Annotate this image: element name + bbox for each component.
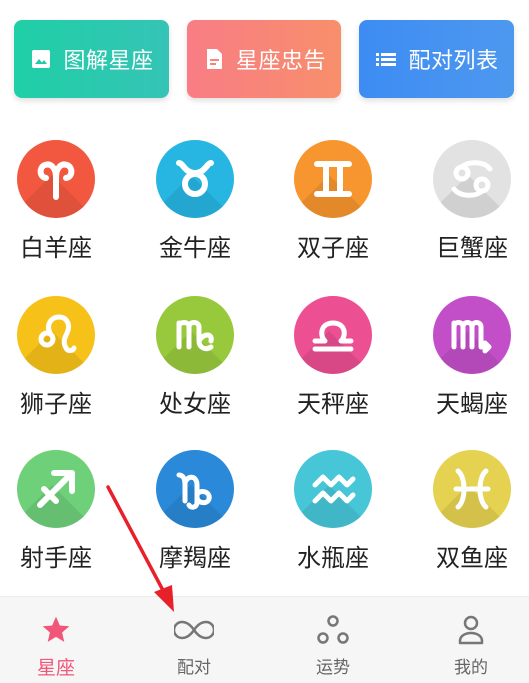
top-button-bar: 图解星座 星座忠告 配对列表 bbox=[0, 0, 529, 120]
scorpio-icon bbox=[433, 296, 511, 374]
sign-label: 白羊座 bbox=[20, 234, 92, 262]
sign-virgo[interactable]: 处女座 bbox=[140, 296, 250, 419]
sign-label: 水瓶座 bbox=[297, 544, 369, 572]
sign-capricorn[interactable]: 摩羯座 bbox=[140, 450, 250, 573]
sign-label: 处女座 bbox=[159, 390, 231, 418]
bottom-nav: 星座 配对 运势 我的 bbox=[0, 596, 529, 683]
tab-match-label: 配对 bbox=[177, 658, 211, 678]
tab-signs[interactable]: 星座 bbox=[0, 597, 122, 683]
sign-libra[interactable]: 天秤座 bbox=[278, 296, 388, 419]
sign-label: 双鱼座 bbox=[436, 544, 508, 572]
gemini-icon bbox=[294, 140, 372, 218]
sign-label: 狮子座 bbox=[20, 390, 92, 418]
infinity-icon bbox=[174, 613, 214, 647]
three-dots-icon bbox=[316, 613, 350, 647]
sign-aquarius[interactable]: 水瓶座 bbox=[278, 450, 388, 573]
sign-label: 天蝎座 bbox=[436, 390, 508, 418]
tab-fortune[interactable]: 运势 bbox=[267, 597, 399, 683]
star-icon bbox=[40, 613, 72, 647]
sign-gemini[interactable]: 双子座 bbox=[278, 140, 388, 263]
sign-cancer[interactable]: 巨蟹座 bbox=[417, 140, 527, 263]
person-icon bbox=[456, 613, 486, 647]
capricorn-icon bbox=[156, 450, 234, 528]
sign-scorpio[interactable]: 天蝎座 bbox=[417, 296, 527, 419]
illustrated-signs-button[interactable]: 图解星座 bbox=[14, 20, 169, 98]
sign-pisces[interactable]: 双鱼座 bbox=[417, 450, 527, 573]
sign-label: 双子座 bbox=[297, 234, 369, 262]
sagittarius-icon bbox=[17, 450, 95, 528]
sign-advice-label: 星座忠告 bbox=[235, 49, 326, 74]
sign-aries[interactable]: 白羊座 bbox=[1, 140, 111, 263]
sign-label: 巨蟹座 bbox=[436, 234, 508, 262]
sign-taurus[interactable]: 金牛座 bbox=[140, 140, 250, 263]
sign-label: 天秤座 bbox=[297, 390, 369, 418]
illustrated-signs-label: 图解星座 bbox=[63, 49, 154, 74]
libra-icon bbox=[294, 296, 372, 374]
tab-match[interactable]: 配对 bbox=[128, 597, 260, 683]
list-icon bbox=[374, 47, 398, 71]
sign-advice-button[interactable]: 星座忠告 bbox=[187, 20, 341, 98]
tab-signs-label: 星座 bbox=[36, 657, 75, 679]
aquarius-icon bbox=[294, 450, 372, 528]
tab-mine[interactable]: 我的 bbox=[405, 597, 529, 683]
sign-sagittarius[interactable]: 射手座 bbox=[1, 450, 111, 573]
match-list-label: 配对列表 bbox=[408, 49, 499, 74]
sign-label: 金牛座 bbox=[159, 234, 231, 262]
image-icon bbox=[29, 47, 53, 71]
tab-mine-label: 我的 bbox=[454, 658, 488, 678]
sign-leo[interactable]: 狮子座 bbox=[1, 296, 111, 419]
pisces-icon bbox=[433, 450, 511, 528]
cancer-icon bbox=[433, 140, 511, 218]
tab-fortune-label: 运势 bbox=[316, 658, 350, 678]
taurus-icon bbox=[156, 140, 234, 218]
leo-icon bbox=[17, 296, 95, 374]
sign-label: 射手座 bbox=[20, 544, 92, 572]
sign-label: 摩羯座 bbox=[159, 544, 231, 572]
document-icon bbox=[202, 47, 226, 71]
match-list-button[interactable]: 配对列表 bbox=[359, 20, 514, 98]
virgo-icon bbox=[156, 296, 234, 374]
aries-icon bbox=[17, 140, 95, 218]
